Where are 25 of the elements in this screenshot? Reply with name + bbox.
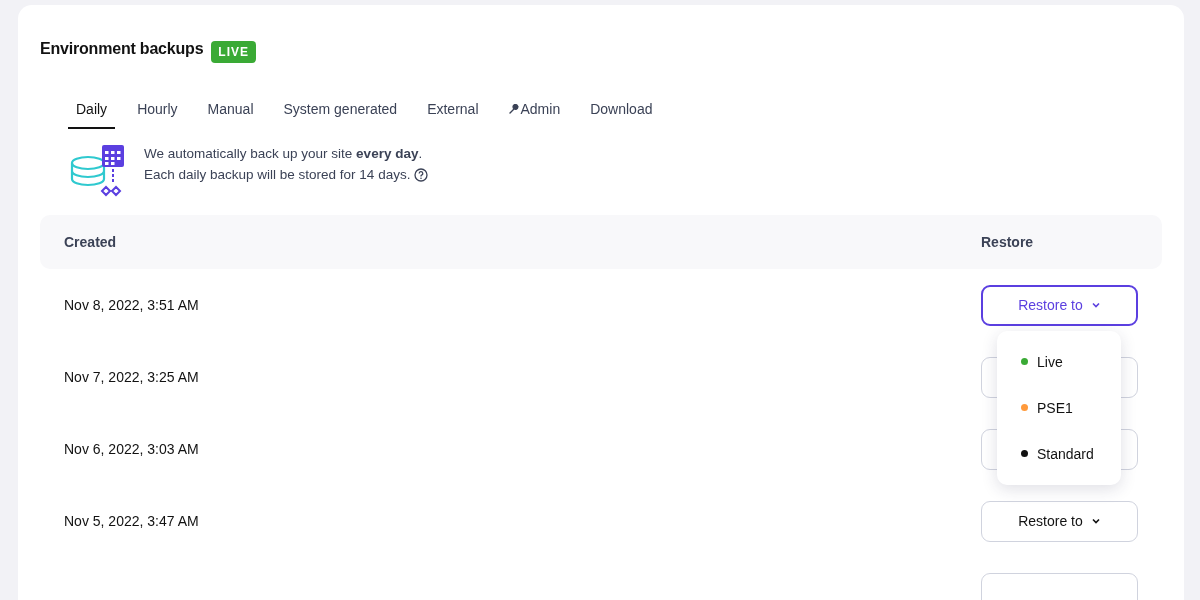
tab[interactable]: Admin xyxy=(500,93,569,129)
tab[interactable]: External xyxy=(419,93,487,129)
chevron-icon xyxy=(1090,518,1101,524)
tab[interactable]: Daily xyxy=(68,93,116,129)
status-badge: LIVE xyxy=(211,41,257,63)
table-cell: Nov 5, 2022, 3:47 AM xyxy=(64,513,199,529)
restore-button[interactable]: Restore to xyxy=(981,284,1138,326)
menu-item[interactable]: PSE1 xyxy=(997,384,1121,431)
menu-item[interactable]: Live xyxy=(997,338,1121,385)
tab[interactable]: System generated xyxy=(275,93,406,129)
table-cell: Nov 7, 2022, 3:25 AM xyxy=(64,369,199,385)
menu-item[interactable]: Standard xyxy=(997,430,1121,477)
info-text: We automatically back up your site every day. xyxy=(144,146,423,161)
info-text: Each daily backup will be stored for 14 days. xyxy=(144,166,411,184)
tab[interactable]: Download xyxy=(582,93,661,129)
restore-button[interactable]: Restore to xyxy=(981,500,1138,542)
tab[interactable]: Manual xyxy=(199,93,262,129)
page-title: Environment backups xyxy=(40,40,204,58)
chevron-icon xyxy=(1090,302,1101,308)
help-icon[interactable] xyxy=(414,167,429,182)
table-cell: Nov 8, 2022, 3:51 AM xyxy=(64,297,199,313)
column-header: Restore xyxy=(981,234,1035,250)
column-header: Created xyxy=(64,234,117,250)
tab[interactable]: Hourly xyxy=(129,93,186,129)
table-cell: Nov 6, 2022, 3:03 AM xyxy=(64,441,199,457)
